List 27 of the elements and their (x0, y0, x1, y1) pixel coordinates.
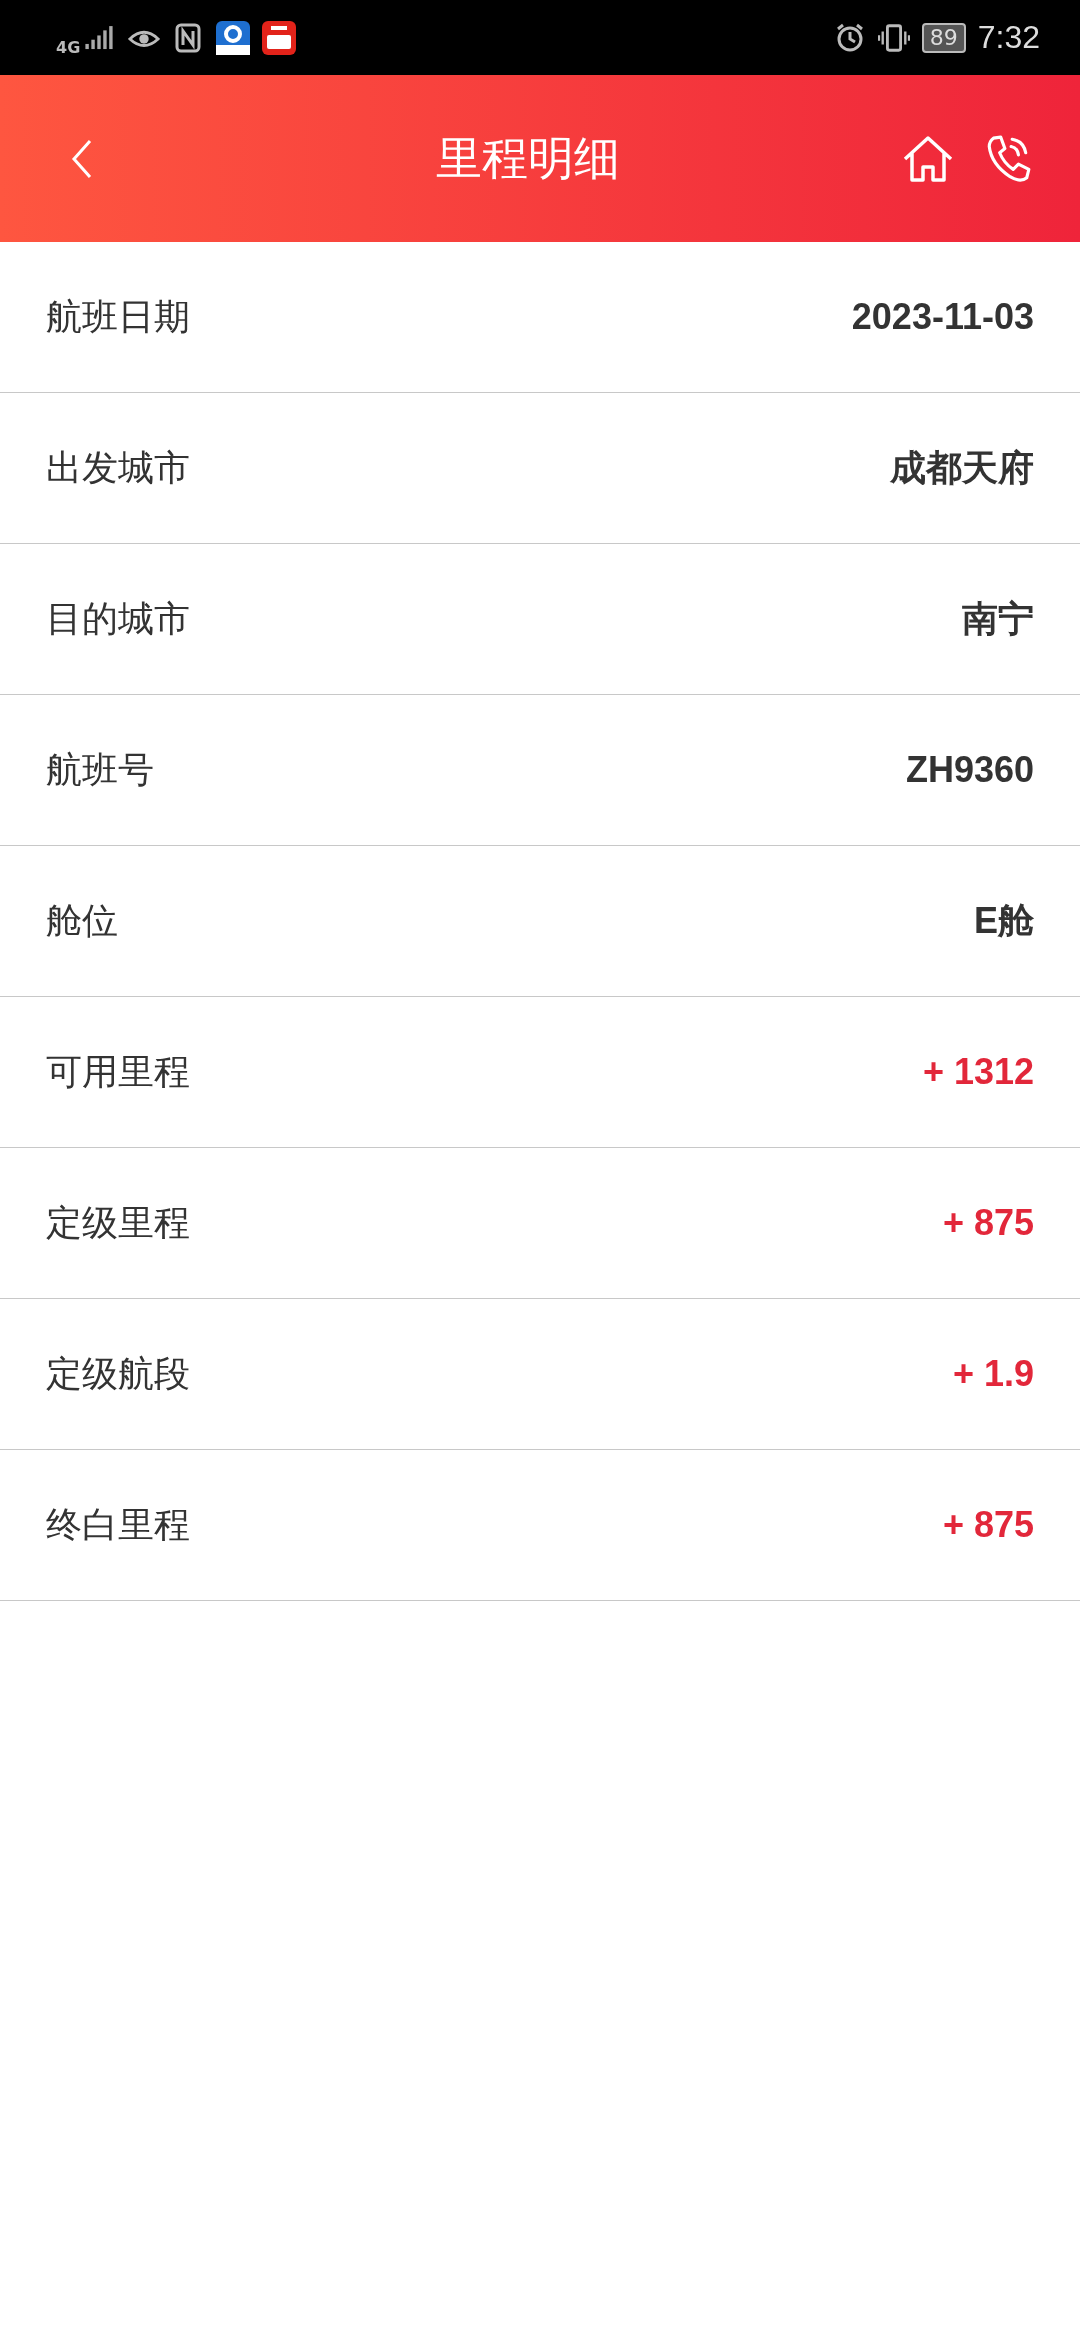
app-icon (262, 20, 297, 55)
field-value: + 875 (942, 1202, 1034, 1244)
field-value: + 1312 (922, 1051, 1034, 1093)
field-label: 舱位 (46, 898, 118, 943)
vibrate-icon (877, 22, 910, 53)
field-value: ZH9360 (905, 749, 1034, 791)
page-title: 里程明细 (435, 129, 621, 187)
field-label: 目的城市 (46, 596, 190, 641)
field-label: 定级里程 (46, 1200, 190, 1245)
field-label: 终白里程 (46, 1502, 190, 1547)
field-value: 成都天府 (890, 445, 1034, 490)
field-label: 可用里程 (46, 1049, 190, 1094)
back-icon[interactable] (70, 137, 94, 180)
field-label: 出发城市 (46, 445, 190, 490)
field-value: E舱 (974, 898, 1034, 943)
clock: 7:32 (977, 19, 1040, 56)
field-label: 航班日期 (46, 294, 190, 339)
field-label: 定级航段 (46, 1351, 190, 1396)
field-value: 南宁 (962, 596, 1034, 641)
field-label: 航班号 (46, 747, 154, 792)
app-icon (216, 20, 251, 55)
field-value: 2023-11-03 (851, 296, 1034, 338)
field-value: + 1.9 (952, 1353, 1034, 1395)
battery-indicator: 89 (921, 22, 966, 53)
home-icon[interactable] (902, 133, 954, 184)
network-label: 4G (56, 38, 81, 57)
field-value: + 875 (942, 1504, 1034, 1546)
